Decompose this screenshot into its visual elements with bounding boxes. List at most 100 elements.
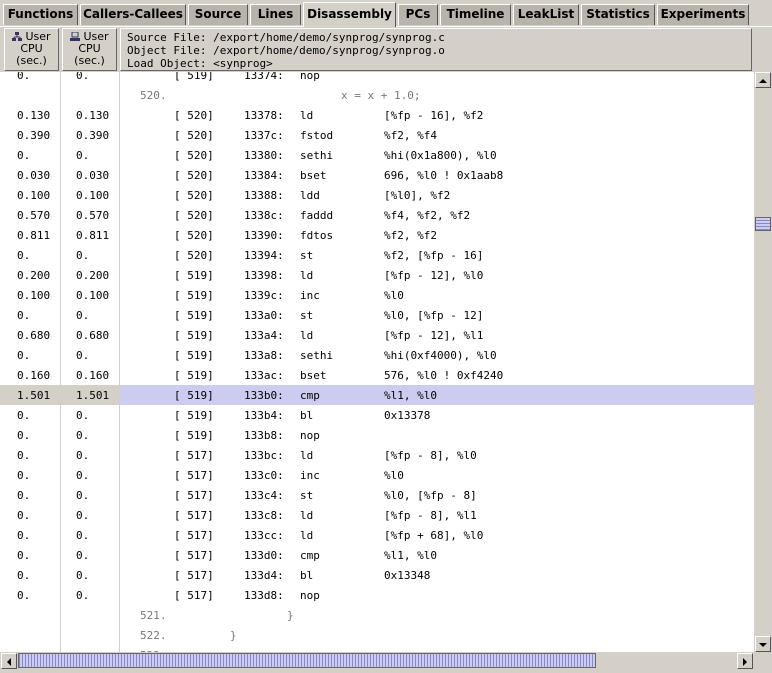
instruction-opcode: nop — [300, 72, 320, 82]
tab-lines[interactable]: Lines — [250, 4, 301, 25]
instruction-address: 133c8: — [244, 509, 284, 522]
source-line-ref: [ 520] — [174, 249, 214, 262]
instruction-opcode: ld — [300, 449, 314, 462]
tab-timeline[interactable]: Timeline — [440, 4, 511, 25]
user-cpu-inclusive-value: 0.130 — [17, 109, 51, 122]
vertical-scrollbar[interactable] — [754, 72, 772, 652]
instruction-row[interactable]: 0.200 0.200 [ 519] 13398: ld [%fp - 12], %l0 — [0, 265, 754, 285]
instruction-opcode: bset — [300, 169, 327, 182]
instruction-opcode: st — [300, 309, 314, 322]
instruction-row[interactable]: 0. 0. [ 517] 133cc: ld [%fp + 68], %l0 — [0, 525, 754, 545]
instruction-opcode: fstod — [300, 129, 334, 142]
user-cpu-exclusive-value: 0. — [76, 149, 90, 162]
source-line-ref: [ 519] — [174, 409, 214, 422]
user-cpu-inclusive-value: 0. — [17, 449, 31, 462]
user-cpu-exclusive-value: 0.160 — [76, 369, 110, 382]
source-line-number: 522. — [140, 629, 167, 642]
instruction-row[interactable]: 0. 0. [ 520] 13380: sethi %hi(0x1a800), %l0 — [0, 145, 754, 165]
instruction-row[interactable]: 0.030 0.030 [ 520] 13384: bset 696, %l0 ! 0x1… — [0, 165, 754, 185]
user-cpu-exclusive-header[interactable]: User CPU (sec.) — [62, 28, 117, 71]
function-icon — [70, 31, 81, 41]
horizontal-scroll-thumb[interactable] — [18, 653, 596, 668]
instruction-operands: [%fp - 8], %l1 — [384, 509, 477, 522]
instruction-row[interactable]: 0. 0. [ 517] 133c8: ld [%fp - 8], %l1 — [0, 505, 754, 525]
scroll-up-button[interactable] — [755, 72, 771, 88]
tab-source[interactable]: Source — [188, 4, 248, 25]
instruction-row[interactable]: 0. 0. [ 517] 133c0: inc %l0 — [0, 465, 754, 485]
instruction-opcode: nop — [300, 589, 320, 602]
instruction-address: 133a4: — [244, 329, 284, 342]
source-line-ref: [ 519] — [174, 369, 214, 382]
instruction-opcode: cmp — [300, 549, 320, 562]
horizontal-scrollbar[interactable] — [0, 652, 754, 669]
instruction-address: 133c0: — [244, 469, 284, 482]
source-line-ref: [ 519] — [174, 349, 214, 362]
instruction-row[interactable]: 0. 0. [ 517] 133d4: bl 0x13348 — [0, 565, 754, 585]
user-cpu-inclusive-value: 0. — [17, 569, 31, 582]
instruction-row[interactable]: 0. 0. [ 519] 13374: nop — [0, 72, 754, 85]
instruction-operands: 576, %l0 ! 0xf4240 — [384, 369, 504, 382]
user-cpu-exclusive-value: 0.680 — [76, 329, 110, 342]
tab-statistics[interactable]: Statistics — [581, 4, 655, 25]
tab-pcs[interactable]: PCs — [398, 4, 438, 25]
instruction-row[interactable]: 1.501 1.501 [ 519] 133b0: cmp %l1, %l0 — [0, 385, 754, 405]
instruction-address: 133ac: — [244, 369, 284, 382]
source-line-row[interactable]: 522.} — [0, 625, 754, 645]
instruction-opcode: ld — [300, 509, 314, 522]
instruction-row[interactable]: 0.100 0.100 [ 520] 13388: ldd [%l0], %f2 — [0, 185, 754, 205]
instruction-opcode: st — [300, 489, 314, 502]
tab-callers-callees[interactable]: Callers-Callees — [80, 4, 186, 25]
instruction-row[interactable]: 0. 0. [ 517] 133d8: nop — [0, 585, 754, 605]
instruction-opcode: st — [300, 249, 314, 262]
scroll-left-button[interactable] — [1, 653, 17, 669]
instruction-row[interactable]: 0. 0. [ 520] 13394: st %f2, [%fp - 16] — [0, 245, 754, 265]
user-cpu-exclusive-value: 0. — [76, 569, 90, 582]
tab-functions[interactable]: Functions — [3, 4, 78, 25]
instruction-address: 133b0: — [244, 389, 284, 402]
tab-leaklist[interactable]: LeakList — [513, 4, 579, 25]
instruction-row[interactable]: 0. 0. [ 517] 133c4: st %l0, [%fp - 8] — [0, 485, 754, 505]
user-cpu-inclusive-header[interactable]: User CPU (sec.) — [4, 28, 59, 71]
instruction-row[interactable]: 0.160 0.160 [ 519] 133ac: bset 576, %l0 ! 0xf… — [0, 365, 754, 385]
source-line-ref: [ 517] — [174, 469, 214, 482]
instruction-opcode: inc — [300, 289, 320, 302]
instruction-opcode: bset — [300, 369, 327, 382]
instruction-address: 133d8: — [244, 589, 284, 602]
instruction-row[interactable]: 0.680 0.680 [ 519] 133a4: ld [%fp - 12], %l1 — [0, 325, 754, 345]
instruction-row[interactable]: 0. 0. [ 517] 133d0: cmp %l1, %l0 — [0, 545, 754, 565]
user-cpu-exclusive-value: 0. — [76, 449, 90, 462]
source-line-ref: [ 517] — [174, 589, 214, 602]
scroll-down-button[interactable] — [755, 636, 771, 652]
arrow-down-icon — [759, 643, 767, 647]
instruction-row[interactable]: 0.130 0.130 [ 520] 13378: ld [%fp - 16], %f2 — [0, 105, 754, 125]
instruction-address: 133bc: — [244, 449, 284, 462]
instruction-operands: [%fp - 8], %l0 — [384, 449, 477, 462]
source-line-row[interactable]: 520. x = x + 1.0; — [0, 85, 754, 105]
user-cpu-inclusive-value: 1.501 — [17, 389, 51, 402]
disassembly-listing[interactable]: 0. 0. [ 519] 13374: nop 520. x = x + 1.0; 0.130… — [0, 72, 754, 652]
instruction-address: 13384: — [244, 169, 284, 182]
instruction-operands: %l1, %l0 — [384, 389, 437, 402]
instruction-address: 133c4: — [244, 489, 284, 502]
instruction-row[interactable]: 0.570 0.570 [ 520] 1338c: faddd %f4, %f2, %f2 — [0, 205, 754, 225]
vertical-scroll-thumb[interactable] — [755, 217, 771, 231]
instruction-row[interactable]: 0.811 0.811 [ 520] 13390: fdtos %f2, %f2 — [0, 225, 754, 245]
user-cpu-inclusive-value: 0. — [17, 489, 31, 502]
tab-experiments[interactable]: Experiments — [657, 4, 749, 25]
instruction-row[interactable]: 0. 0. [ 519] 133a8: sethi %hi(0xf4000), %l0 — [0, 345, 754, 365]
tab-disassembly[interactable]: Disassembly — [303, 2, 396, 27]
source-line-ref: [ 519] — [174, 289, 214, 302]
source-line-row[interactable]: 523. — [0, 645, 754, 652]
instruction-row[interactable]: 0.100 0.100 [ 519] 1339c: inc %l0 — [0, 285, 754, 305]
instruction-row[interactable]: 0. 0. [ 519] 133a0: st %l0, [%fp - 12] — [0, 305, 754, 325]
instruction-row[interactable]: 0. 0. [ 519] 133b8: nop — [0, 425, 754, 445]
scroll-right-button[interactable] — [737, 653, 753, 669]
instruction-row[interactable]: 0.390 0.390 [ 520] 1337c: fstod %f2, %f4 — [0, 125, 754, 145]
source-line-ref: [ 520] — [174, 149, 214, 162]
instruction-row[interactable]: 0. 0. [ 517] 133bc: ld [%fp - 8], %l0 — [0, 445, 754, 465]
instruction-row[interactable]: 0. 0. [ 519] 133b4: bl 0x13378 — [0, 405, 754, 425]
user-cpu-inclusive-value: 0.570 — [17, 209, 51, 222]
source-line-row[interactable]: 521.} — [0, 605, 754, 625]
user-cpu-inclusive-value: 0. — [17, 349, 31, 362]
instruction-address: 133cc: — [244, 529, 284, 542]
